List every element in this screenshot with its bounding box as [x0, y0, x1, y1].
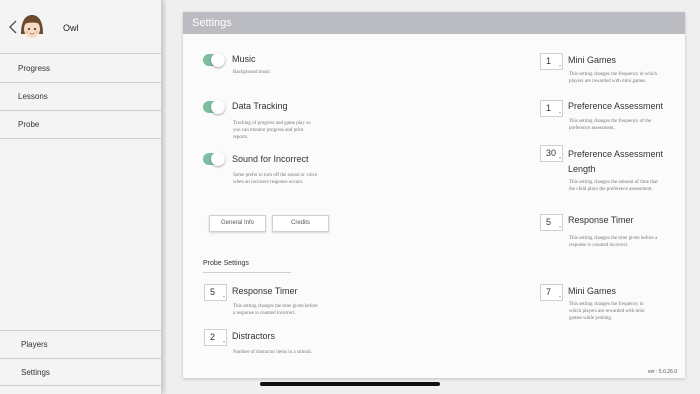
nav-item-progress[interactable]: Progress	[0, 55, 161, 83]
probe-response-timer-value[interactable]: 5 ▾	[204, 284, 227, 301]
sidebar: Owl Progress Lessons Probe Players Setti…	[0, 0, 162, 394]
data-tracking-toggle[interactable]	[203, 100, 225, 114]
probe-mini-games-title: Mini Games	[568, 286, 617, 296]
toggle-knob	[211, 100, 225, 114]
profile-header: Owl	[0, 0, 161, 54]
mini-games-desc: This setting changes the frequency in wh…	[569, 72, 658, 84]
music-title: Music	[232, 54, 256, 64]
settings-panel: Settings Music Background music Data Tra…	[183, 12, 685, 378]
response-timer-value[interactable]: 5 ▾	[540, 214, 563, 231]
data-tracking-title: Data Tracking	[232, 101, 288, 111]
probe-response-timer-desc: This setting changes the time given befo…	[233, 304, 318, 316]
probe-mini-games-desc: This setting changes the frequency in wh…	[569, 302, 645, 321]
distractors-desc: Number of distractor items in a stimuli.	[233, 350, 313, 355]
sound-incorrect-title: Sound for Incorrect	[232, 154, 309, 164]
owl-avatar	[21, 15, 43, 38]
credits-button[interactable]: Credits	[272, 215, 329, 232]
nav-item-settings[interactable]: Settings	[0, 358, 161, 386]
preference-assessment-value[interactable]: 1 ▾	[540, 100, 563, 117]
probe-mini-games-value[interactable]: 7 ▾	[540, 284, 563, 301]
preference-assessment-desc: This setting changes the frequency of th…	[569, 119, 652, 131]
music-toggle[interactable]	[203, 53, 225, 67]
probe-settings-heading: Probe Settings	[203, 260, 249, 267]
preference-assessment-title: Preference Assessment	[568, 101, 664, 111]
response-timer-title: Response Timer	[568, 215, 634, 225]
mini-games-value[interactable]: 1 ▾	[540, 53, 563, 70]
toggle-knob	[211, 53, 225, 67]
nav-item-lessons[interactable]: Lessons	[0, 83, 161, 111]
data-tracking-desc: Tracking of progress and game play so yo…	[233, 121, 311, 140]
settings-header: Settings	[183, 12, 685, 34]
toggle-knob	[211, 152, 225, 166]
response-timer-desc: This setting changes the time given befo…	[569, 236, 658, 248]
general-info-button[interactable]: General Info	[209, 215, 266, 232]
nav-item-probe[interactable]: Probe	[0, 111, 161, 139]
preference-length-value[interactable]: 30 ▾	[540, 145, 563, 162]
nav-item-players[interactable]: Players	[0, 330, 161, 358]
sound-incorrect-desc: Some prefer to turn off the sound or voi…	[233, 173, 318, 185]
distractors-title: Distractors	[232, 331, 276, 341]
section-divider	[203, 272, 291, 273]
preference-length-title: Preference Assessment Length	[568, 149, 664, 174]
profile-name: Owl	[63, 23, 79, 33]
preference-length-desc: This setting changes the amount of time …	[569, 180, 658, 192]
sound-incorrect-toggle[interactable]	[203, 152, 225, 166]
probe-response-timer-title: Response Timer	[232, 286, 298, 296]
home-indicator[interactable]	[260, 382, 440, 386]
version-label: ver : 5.0.26.0	[647, 369, 677, 375]
music-desc: Background music	[233, 70, 271, 75]
mini-games-title: Mini Games	[568, 55, 617, 65]
distractors-value[interactable]: 2 ▾	[204, 329, 227, 346]
